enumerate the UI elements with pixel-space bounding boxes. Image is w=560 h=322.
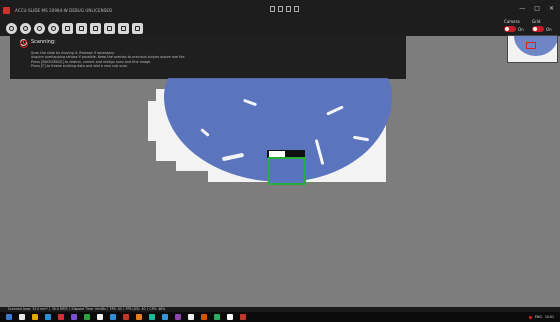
title-tools — [270, 6, 299, 12]
minimize-button[interactable]: — — [519, 5, 525, 13]
record-icon[interactable] — [278, 6, 283, 12]
instruction-line: Acquire overlapping stripes if possible.… — [31, 55, 186, 60]
camera-state: On — [518, 27, 524, 32]
camera-grid-panel: Camera Grid On On — [504, 19, 554, 35]
taskbar-app-icon[interactable] — [149, 314, 155, 320]
snapshot-icon[interactable] — [270, 6, 275, 12]
taskbar-app-icon[interactable] — [71, 314, 77, 320]
instruction-line: Press [F] to freeze existing data and ad… — [31, 63, 129, 68]
scan-icon[interactable] — [76, 22, 87, 34]
maximize-button[interactable]: □ — [534, 5, 540, 13]
taskbar-app-icon[interactable] — [45, 314, 51, 320]
grid-label: Grid — [532, 19, 541, 24]
taskbar-app-icon[interactable] — [32, 314, 38, 320]
scanning-instructions-panel: i Scanning: Scan the slide by moving it.… — [10, 36, 406, 79]
zoom-in-icon[interactable] — [34, 22, 45, 34]
stage-icon[interactable] — [90, 22, 101, 34]
title-bar: ACCU-SLIDE MS 20984-W DEBUG UNLICENSED —… — [0, 0, 560, 20]
minimap-view-frame — [526, 42, 536, 49]
help-icon[interactable] — [294, 6, 299, 12]
taskbar-app-icon[interactable] — [110, 314, 116, 320]
edit-icon[interactable] — [62, 22, 73, 34]
taskbar-app-icon[interactable] — [6, 314, 12, 320]
taskbar-app-icon[interactable] — [227, 314, 233, 320]
taskbar-app-icon[interactable] — [123, 314, 129, 320]
grid-state: On — [546, 27, 552, 32]
scan-title: Scanning: — [31, 39, 56, 45]
settings-icon[interactable] — [132, 22, 143, 34]
grid-toggle[interactable] — [532, 26, 544, 32]
taskbar-app-icon[interactable] — [58, 314, 64, 320]
export-icon[interactable] — [118, 22, 129, 34]
taskbar-app-icon[interactable] — [188, 314, 194, 320]
camera-label: Camera — [504, 19, 520, 24]
taskbar-app-icon[interactable] — [136, 314, 142, 320]
window-title: ACCU-SLIDE MS 20984-W DEBUG UNLICENSED — [15, 7, 113, 13]
app-logo-icon — [3, 6, 10, 14]
save-icon[interactable] — [104, 22, 115, 34]
camera-toggle[interactable] — [504, 26, 516, 32]
clock[interactable]: 10:01 — [545, 315, 554, 319]
stop-scan-icon[interactable] — [20, 40, 28, 48]
scan-instructions: Scan the slide by moving it. Release if … — [31, 51, 186, 68]
taskbar-app-icon[interactable] — [175, 314, 181, 320]
language-indicator[interactable]: ENG — [535, 315, 542, 319]
overview-minimap[interactable] — [507, 35, 558, 63]
system-tray: ENG 10:01 — [528, 312, 554, 322]
notification-icon[interactable] — [528, 315, 532, 319]
taskbar-app-icon[interactable] — [97, 314, 103, 320]
taskbar-app-icon[interactable] — [19, 314, 25, 320]
window-controls: — □ ✕ — [519, 5, 554, 13]
eye-icon[interactable] — [6, 22, 17, 34]
main-toolbar — [0, 20, 560, 36]
live-field-of-view — [268, 157, 306, 185]
zoom-out-icon[interactable] — [48, 22, 59, 34]
windows-taskbar: ENG 10:01 — [0, 312, 560, 322]
taskbar-app-icon[interactable] — [240, 314, 246, 320]
taskbar-app-icon[interactable] — [201, 314, 207, 320]
layout-icon[interactable] — [286, 6, 291, 12]
taskbar-app-icon[interactable] — [162, 314, 168, 320]
camera-icon[interactable] — [20, 22, 31, 34]
close-button[interactable]: ✕ — [549, 5, 554, 13]
minimap-tissue — [514, 36, 557, 56]
taskbar-app-icon[interactable] — [214, 314, 220, 320]
taskbar-app-icon[interactable] — [84, 314, 90, 320]
scanned-slide-area[interactable] — [148, 78, 392, 185]
